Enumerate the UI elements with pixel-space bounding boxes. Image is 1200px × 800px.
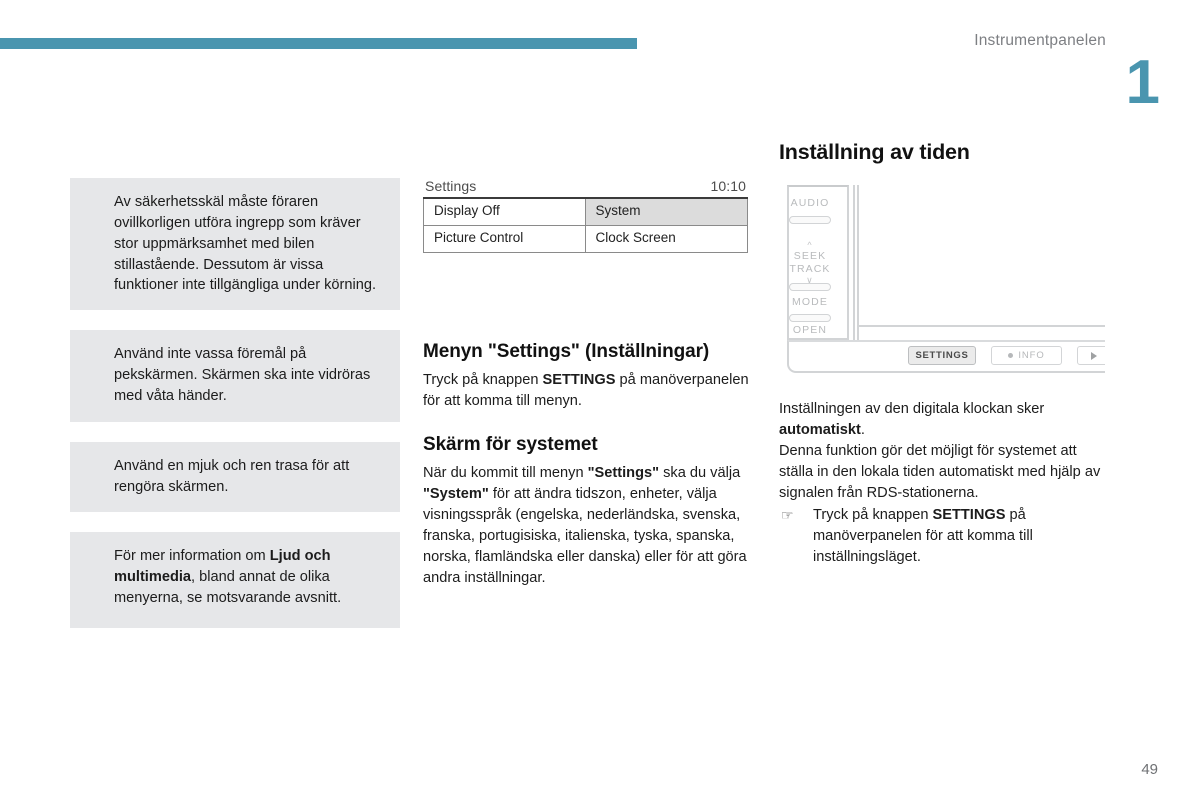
body-text-before: Tryck på knappen	[423, 371, 543, 388]
button-divider-3	[789, 314, 831, 322]
settings-screen-figure: Settings 10:10 Display Off System Pictur…	[423, 178, 748, 253]
notice-text: Använd en mjuk och ren trasa för att ren…	[114, 458, 350, 496]
button-divider-1	[789, 216, 831, 224]
settings-screen-title: Settings	[425, 178, 477, 194]
info-hardware-button-label: INFO	[1018, 350, 1045, 361]
play-triangle-icon	[1091, 351, 1097, 360]
action-text-bold: SETTINGS	[932, 507, 1006, 523]
control-stack-edge	[853, 185, 859, 340]
seek-track-button-label[interactable]: ^ SEEK TRACK ∨	[779, 241, 841, 285]
audio-control-panel-illustration: AUDIO ^ SEEK TRACK ∨ MODE OPEN SETTINGS …	[779, 183, 1105, 373]
menu-item-picture-control[interactable]: Picture Control	[424, 225, 586, 252]
body-text-bold: SETTINGS	[542, 371, 616, 388]
menu-item-display-off[interactable]: Display Off	[424, 199, 586, 226]
chevron-up-icon: ^	[807, 240, 813, 250]
notice-text: Använd inte vassa föremål på pekskärmen.…	[114, 346, 371, 405]
settings-screen-clock: 10:10	[710, 178, 746, 194]
manual-page: Instrumentpanelen 1 Av säkerhetsskäl mås…	[0, 0, 1200, 800]
settings-screen-menu-grid: Display Off System Picture Control Clock…	[423, 199, 748, 253]
section-heading-settings-menu: Menyn "Settings" (Inställningar)	[423, 340, 710, 362]
body-seg-system: "System"	[423, 485, 489, 502]
right-column: Inställning av tiden AUDIO ^ SEEK TRACK …	[779, 140, 1109, 568]
right-p1-b: .	[860, 422, 865, 438]
left-column: Av säkerhetsskäl måste föraren ovillkorl…	[70, 178, 400, 648]
audio-button-label[interactable]: AUDIO	[779, 197, 841, 209]
body-seg-a: När du kommit till menyn	[423, 464, 588, 481]
section-body-system-screen: När du kommit till menyn "Settings" ska …	[423, 463, 753, 589]
page-header-title: Instrumentpanelen	[974, 32, 1106, 49]
info-hardware-button[interactable]: INFO	[991, 346, 1062, 365]
settings-screen-titlebar: Settings 10:10	[423, 178, 748, 199]
warning-notice-driving: Av säkerhetsskäl måste föraren ovillkorl…	[70, 178, 400, 311]
body-seg-settings: "Settings"	[587, 464, 660, 481]
action-step-settings: ☞ Tryck på knappen SETTINGS på manöverpan…	[779, 505, 1109, 568]
seek-label-line1: SEEK	[793, 250, 827, 262]
warning-notice-touchscreen: Använd inte vassa föremål på pekskärmen.…	[70, 330, 400, 423]
menu-item-system[interactable]: System	[585, 199, 747, 226]
section-heading-time-setting: Inställning av tiden	[779, 140, 970, 164]
action-text-a: Tryck på knappen	[813, 507, 933, 523]
section-body-settings-menu: Tryck på knappen SETTINGS på manöverpane…	[423, 370, 753, 412]
mode-button-label[interactable]: MODE	[779, 296, 841, 308]
middle-column: Settings 10:10 Display Off System Pictur…	[423, 178, 753, 589]
info-notice-audio-multimedia: För mer information om Ljud och multimed…	[70, 532, 400, 629]
right-p1-a: Inställningen av den digitala klockan sk…	[779, 401, 1045, 417]
settings-hardware-button[interactable]: SETTINGS	[908, 346, 976, 365]
notice-text-before: För mer information om	[114, 548, 270, 565]
seek-label-line2: TRACK	[789, 263, 831, 276]
button-divider-2	[789, 283, 831, 291]
right-body-paragraph-2: Denna funktion gör det möjligt för syste…	[779, 443, 1101, 501]
right-body-paragraph-1: Inställningen av den digitala klockan sk…	[779, 399, 1109, 441]
right-p1-bold: automatiskt	[779, 422, 861, 438]
next-hardware-button[interactable]	[1077, 346, 1105, 365]
info-notice-cleaning: Använd en mjuk och ren trasa för att ren…	[70, 442, 400, 513]
notice-text: För mer information om Ljud och multimed…	[114, 546, 384, 609]
open-button-label[interactable]: OPEN	[779, 324, 841, 336]
header-accent-bar	[0, 38, 637, 49]
pointing-hand-icon: ☞	[781, 507, 794, 523]
page-number: 49	[1141, 761, 1158, 778]
section-heading-system-screen: Skärm för systemet	[423, 433, 598, 455]
notice-text: Av säkerhetsskäl måste föraren ovillkorl…	[114, 194, 377, 294]
chapter-number: 1	[1125, 48, 1161, 117]
menu-item-clock-screen[interactable]: Clock Screen	[585, 225, 747, 252]
body-seg-c: ska du välja	[659, 464, 741, 481]
info-dot-icon	[1008, 353, 1014, 358]
